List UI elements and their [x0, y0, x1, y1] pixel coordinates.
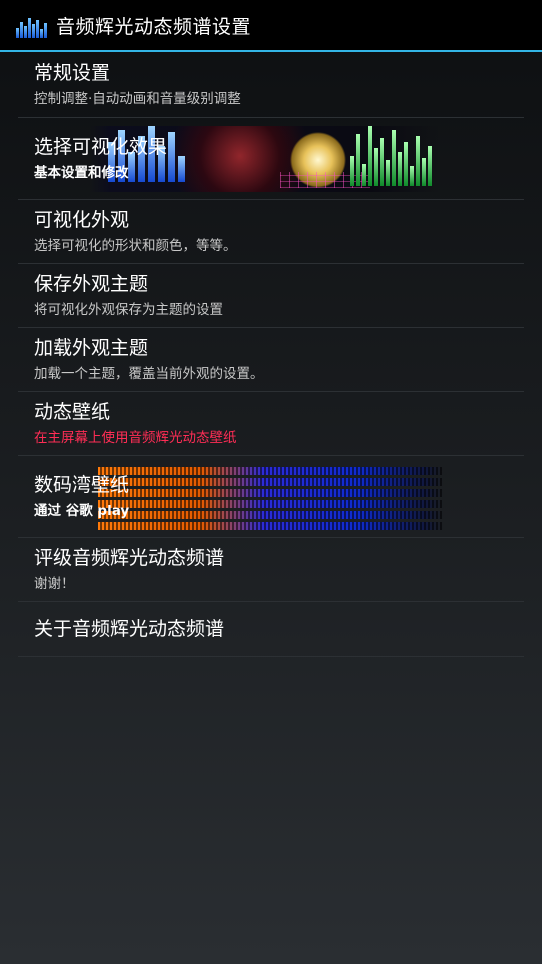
- item-subtitle: 将可视化外观保存为主题的设置: [34, 301, 223, 318]
- action-bar: 音频辉光动态频谱设置: [0, 0, 542, 52]
- item-title: 可视化外观: [34, 208, 130, 231]
- item-title: 保存外观主题: [34, 272, 149, 295]
- item-title: 常规设置: [34, 61, 111, 84]
- settings-item-choose-visualizer[interactable]: 选择可视化效果 基本设置和修改: [18, 118, 524, 200]
- item-subtitle: 在主屏幕上使用音频辉光动态壁纸: [34, 429, 237, 446]
- item-subtitle: 选择可视化的形状和颜色，等等。: [34, 237, 237, 254]
- settings-item-rate-app[interactable]: 评级音频辉光动态频谱 谢谢！: [18, 538, 524, 602]
- item-subtitle: 控制调整·自动动画和音量级别调整: [34, 90, 241, 107]
- settings-item-save-theme[interactable]: 保存外观主题 将可视化外观保存为主题的设置: [18, 264, 524, 328]
- item-title: 动态壁纸: [34, 400, 111, 423]
- equalizer-bars-icon[interactable]: [16, 12, 48, 38]
- settings-item-about[interactable]: 关于音频辉光动态频谱: [18, 602, 524, 657]
- settings-item-load-theme[interactable]: 加载外观主题 加载一个主题，覆盖当前外观的设置。: [18, 328, 524, 392]
- item-title: 关于音频辉光动态频谱: [34, 618, 225, 640]
- item-title: 选择可视化效果: [34, 135, 168, 158]
- item-subtitle: 加载一个主题，覆盖当前外观的设置。: [34, 365, 264, 382]
- page-title: 音频辉光动态频谱设置: [56, 15, 252, 38]
- settings-list: 常规设置 控制调整·自动动画和音量级别调整 选择可视化效果 基本设置和修改 可视…: [18, 52, 524, 657]
- item-subtitle: 通过 谷歌 play: [34, 502, 130, 519]
- item-title: 加载外观主题: [34, 336, 149, 359]
- item-title: 评级音频辉光动态频谱: [34, 546, 225, 569]
- item-subtitle: 基本设置和修改: [34, 164, 129, 181]
- settings-item-digital-bay-wallpaper[interactable]: 数码湾壁纸 通过 谷歌 play: [18, 456, 524, 538]
- item-title: 数码湾壁纸: [34, 473, 130, 496]
- item-subtitle: 谢谢！: [34, 575, 75, 592]
- settings-item-general[interactable]: 常规设置 控制调整·自动动画和音量级别调整: [18, 52, 524, 118]
- settings-item-live-wallpaper[interactable]: 动态壁纸 在主屏幕上使用音频辉光动态壁纸: [18, 392, 524, 456]
- settings-item-appearance[interactable]: 可视化外观 选择可视化的形状和颜色，等等。: [18, 200, 524, 264]
